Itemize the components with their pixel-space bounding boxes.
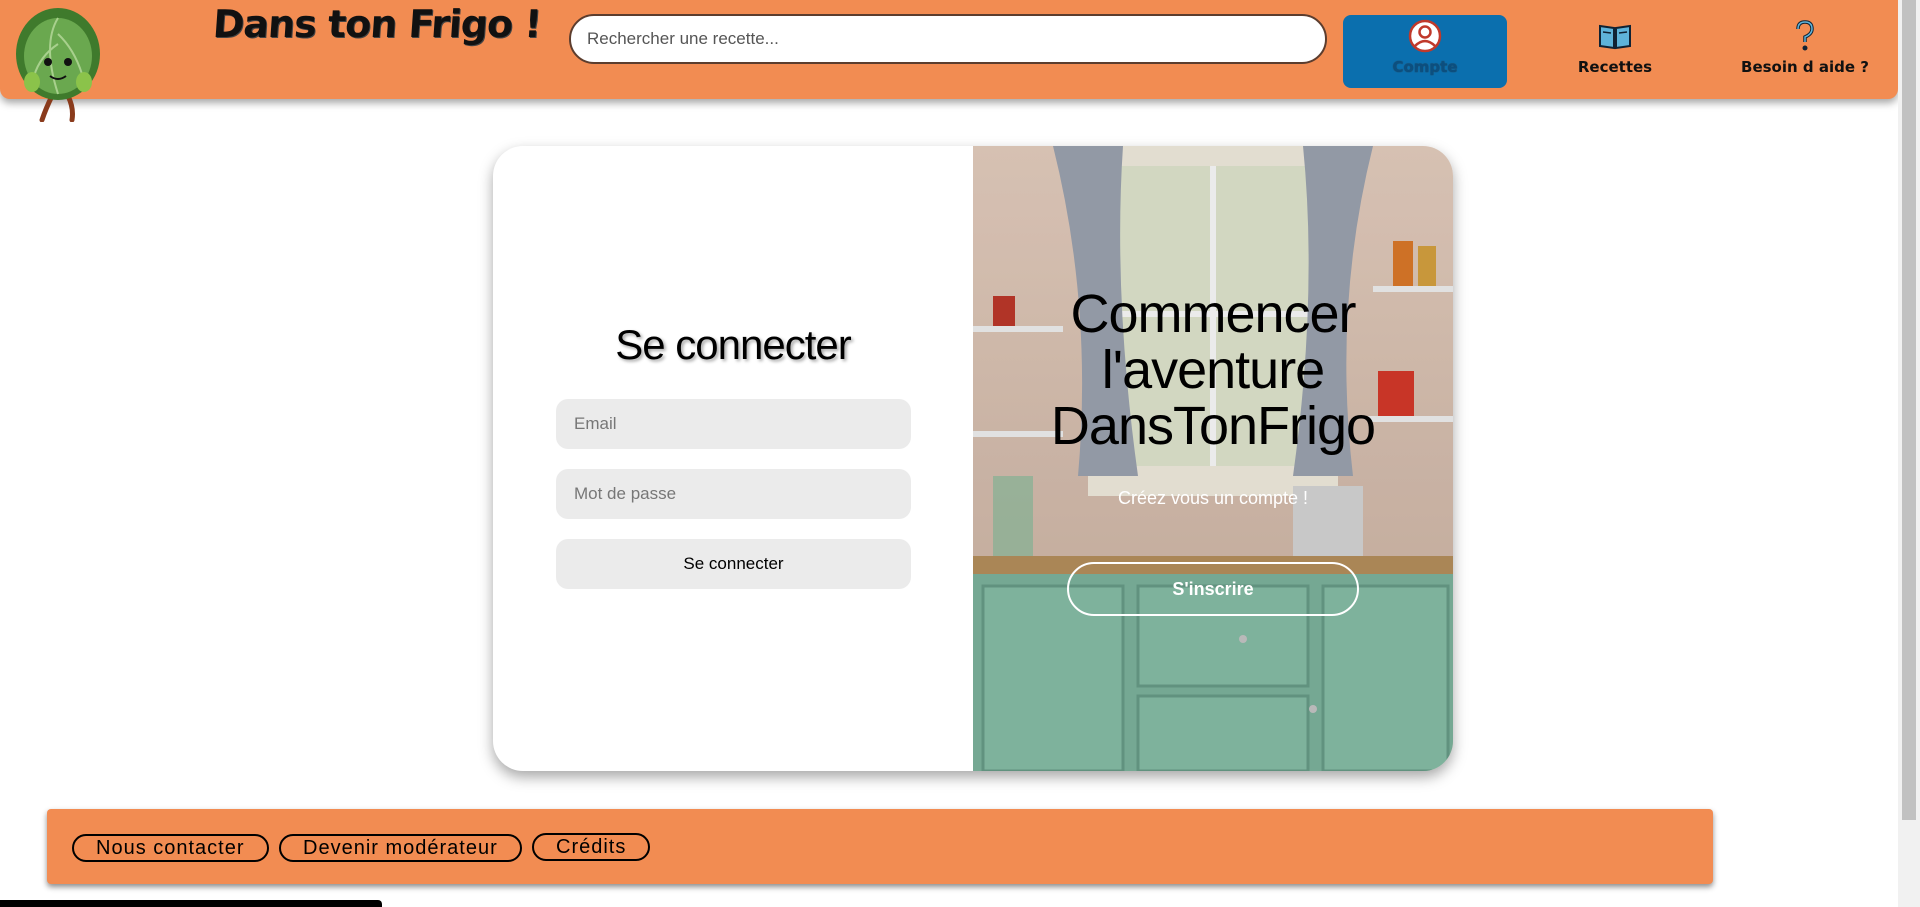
book-icon — [1599, 24, 1631, 50]
nav-label: Besoin d aide ? — [1741, 58, 1869, 76]
kitchen-background-image — [973, 146, 1453, 771]
signup-title-line: DansTonFrigo — [1050, 396, 1376, 456]
nav-recettes[interactable]: Recettes — [1533, 15, 1697, 88]
scrollbar-thumb[interactable] — [1902, 0, 1916, 820]
nav-aide[interactable]: Besoin d aide ? — [1723, 15, 1887, 88]
signup-title-line: Commencer — [1070, 284, 1356, 344]
signup-title-line: l'aventure — [1101, 340, 1325, 400]
signup-subtitle: Créez vous un compte ! — [1117, 488, 1309, 508]
contact-button[interactable]: Nous contacter — [72, 834, 269, 862]
password-field[interactable] — [556, 469, 911, 519]
become-moderator-button[interactable]: Devenir modérateur — [279, 834, 522, 862]
signup-pane: Commencer l'aventure DansTonFrigo Créez … — [973, 146, 1453, 771]
login-title: Se connecter — [615, 321, 852, 368]
recipe-search-input[interactable] — [569, 14, 1327, 64]
signup-button[interactable]: S'inscrire — [1067, 562, 1359, 616]
bottom-edge-bar — [0, 900, 382, 907]
nav-label: Recettes — [1577, 58, 1653, 76]
user-icon — [1408, 19, 1442, 53]
footer-bar: Nous contacter Devenir modérateur Crédit… — [47, 809, 1713, 884]
question-icon — [1796, 20, 1814, 51]
brand-title[interactable]: Dans ton Frigo ! — [211, 2, 542, 46]
login-button[interactable]: Se connecter — [556, 539, 911, 589]
top-header: Dans ton Frigo ! Compte Recettes Besoin … — [0, 0, 1898, 122]
auth-card: Se connecter Se connecter — [493, 146, 1453, 771]
nav-label: Compte — [1392, 58, 1458, 76]
signup-title: Commencer l'aventure DansTonFrigo — [973, 286, 1453, 454]
login-pane: Se connecter Se connecter — [493, 146, 973, 771]
cabbage-mascot-logo[interactable] — [12, 4, 104, 122]
email-field[interactable] — [556, 399, 911, 449]
credits-button[interactable]: Crédits — [532, 833, 651, 861]
nav-compte[interactable]: Compte — [1343, 15, 1507, 88]
